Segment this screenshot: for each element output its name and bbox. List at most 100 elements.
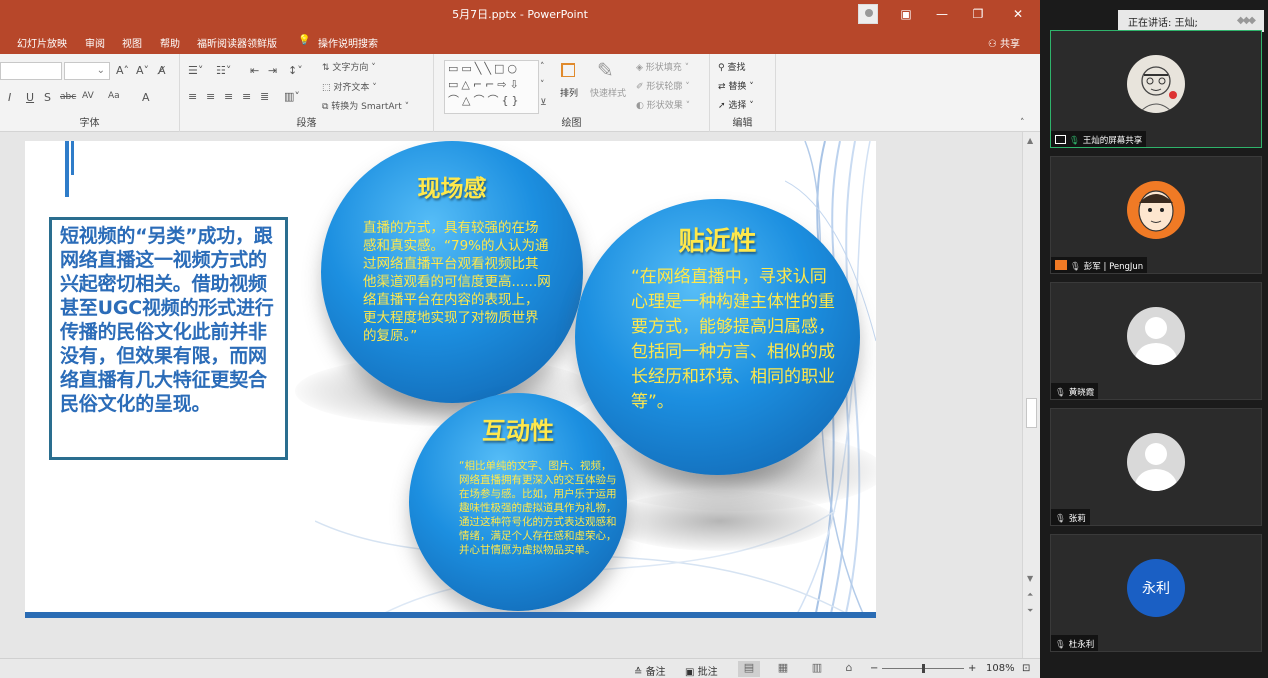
justify-icon[interactable]: ≡ bbox=[242, 90, 251, 103]
change-case-button[interactable]: Aa bbox=[108, 91, 120, 101]
pen-icon: ✐ bbox=[636, 82, 647, 92]
panel-collapse-icon[interactable]: ◆◆◆ bbox=[1237, 15, 1256, 26]
clear-formatting-icon[interactable]: A̸ bbox=[158, 64, 166, 77]
slideshow-view-icon[interactable]: ⌂ bbox=[838, 661, 860, 677]
numbering-icon[interactable]: ☷˅ bbox=[216, 64, 231, 77]
shape-outline-button[interactable]: ✐ 形状轮廓 ˅ bbox=[636, 79, 690, 92]
arrange-icon[interactable]: ⧠ bbox=[560, 58, 576, 82]
tab-help[interactable]: 帮助 bbox=[160, 35, 180, 50]
microphone-off-icon: 🎙 bbox=[1055, 388, 1066, 398]
participant-name: 张莉 bbox=[1068, 514, 1086, 524]
replace-icon: ⇄ bbox=[718, 82, 729, 92]
bullets-icon[interactable]: ☰˅ bbox=[188, 64, 203, 77]
text-direction-button[interactable]: ⇅ 文字方向 ˅ bbox=[322, 60, 376, 73]
tab-view[interactable]: 视图 bbox=[122, 35, 142, 50]
tab-slideshow[interactable]: 幻灯片放映 bbox=[17, 35, 67, 50]
intro-text-box[interactable]: 短视频的“另类”成功，跟网络直播这一视频方式的兴起密切相关。借助视频甚至UGC视… bbox=[49, 217, 288, 460]
gallery-expand-icon[interactable]: ⊻ bbox=[540, 98, 547, 108]
shrink-font-icon[interactable]: A˅ bbox=[136, 64, 149, 77]
tab-foxit[interactable]: 福昕阅读器领鲜版 bbox=[197, 35, 277, 50]
notes-button[interactable]: ≙ 备注 bbox=[634, 663, 666, 678]
scroll-down-icon[interactable]: ▼ bbox=[1027, 574, 1033, 583]
gallery-scroll-down-icon[interactable]: ˅ bbox=[540, 80, 545, 90]
microphone-icon: 🎙 bbox=[1055, 640, 1066, 650]
minimize-icon[interactable]: — bbox=[924, 0, 960, 28]
slide-sorter-icon[interactable]: ▦ bbox=[772, 661, 794, 677]
text-direction-icon: ⇅ bbox=[322, 63, 333, 73]
normal-view-icon[interactable]: ▤ bbox=[738, 661, 760, 677]
font-color-button[interactable]: A bbox=[142, 91, 150, 104]
line-spacing-icon[interactable]: ↕˅ bbox=[288, 64, 303, 77]
collapse-ribbon-icon[interactable]: ˄ bbox=[1020, 118, 1025, 128]
meeting-panel: 正在讲话: 王灿; ◆◆◆ 🎙 王灿的屏幕共享 🎙 彭军 | PengJun 🎙… bbox=[1040, 0, 1268, 678]
align-text-button[interactable]: ⬚ 对齐文本 ˅ bbox=[322, 80, 377, 93]
zoom-in-icon[interactable]: + bbox=[968, 663, 976, 674]
participant-tile[interactable]: 🎙 王灿的屏幕共享 bbox=[1050, 30, 1262, 148]
italic-button[interactable]: I bbox=[8, 91, 11, 104]
interactivity-circle[interactable]: 互动性 “相比单纯的文字、图片、视频，网络直播拥有更深入的交互体验与在场参与感。… bbox=[409, 393, 627, 611]
grow-font-icon[interactable]: A˄ bbox=[116, 64, 129, 77]
distributed-icon[interactable]: ≣ bbox=[260, 90, 269, 103]
quick-styles-icon[interactable]: ✎ bbox=[597, 58, 614, 82]
speaking-indicator: 正在讲话: 王灿; ◆◆◆ bbox=[1118, 10, 1264, 32]
tab-review[interactable]: 审阅 bbox=[85, 35, 105, 50]
replace-label: 替换 bbox=[728, 82, 747, 92]
avatar bbox=[1127, 55, 1185, 113]
underline-button[interactable]: U bbox=[26, 91, 34, 104]
font-name-combo[interactable] bbox=[0, 62, 62, 80]
shape-fill-button[interactable]: ◈ 形状填充 ˅ bbox=[636, 60, 689, 73]
avatar bbox=[1127, 181, 1185, 239]
live-presence-circle[interactable]: 现场感 直播的方式，具有较强的在场感和真实感。“79%的人认为通过网络直播平台观… bbox=[321, 141, 583, 403]
restore-icon[interactable]: ❐ bbox=[960, 0, 996, 28]
participant-tile[interactable]: 🎙 彭军 | PengJun bbox=[1050, 156, 1262, 274]
gallery-scroll-up-icon[interactable]: ˄ bbox=[540, 62, 545, 72]
strikethrough-button[interactable]: abc bbox=[60, 92, 76, 102]
editing-group-label: 编辑 bbox=[732, 118, 753, 129]
select-button[interactable]: ➚ 选择 ˅ bbox=[718, 98, 754, 111]
fit-to-window-icon[interactable]: ⊡ bbox=[1022, 663, 1030, 674]
zoom-out-icon[interactable]: − bbox=[870, 663, 878, 674]
circle-body: 直播的方式，具有较强的在场感和真实感。“79%的人认为通过网络直播平台观看视频比… bbox=[363, 220, 551, 344]
character-spacing-button[interactable]: AV bbox=[82, 91, 94, 101]
participant-tile[interactable]: 🎙 张莉 bbox=[1050, 408, 1262, 526]
arrange-button[interactable]: 排列 bbox=[560, 86, 578, 99]
replace-button[interactable]: ⇄ 替换 ˅ bbox=[718, 79, 754, 92]
share-label: 共享 bbox=[1000, 39, 1020, 50]
close-icon[interactable]: ✕ bbox=[1000, 0, 1036, 28]
decrease-indent-icon[interactable]: ⇤ bbox=[250, 64, 259, 77]
align-center-icon[interactable]: ≡ bbox=[206, 90, 215, 103]
zoom-slider-thumb[interactable] bbox=[922, 664, 925, 673]
account-avatar-icon[interactable] bbox=[858, 4, 878, 24]
scrollbar-thumb[interactable] bbox=[1026, 398, 1037, 428]
participant-tile[interactable]: 🎙 黄晓霞 bbox=[1050, 282, 1262, 400]
reading-view-icon[interactable]: ▥ bbox=[806, 661, 828, 677]
tell-me-search[interactable]: 操作说明搜索 bbox=[318, 35, 378, 50]
scroll-up-icon[interactable]: ▲ bbox=[1027, 136, 1033, 145]
zoom-level[interactable]: 108% bbox=[986, 663, 1015, 674]
align-right-icon[interactable]: ≡ bbox=[224, 90, 233, 103]
shapes-gallery[interactable]: ▭▭╲╲□○ ▭△⌐⌐⇨⇩ ⌒△⌒⌒{} bbox=[444, 60, 539, 114]
shadow-button[interactable]: S bbox=[44, 91, 51, 104]
align-left-icon[interactable]: ≡ bbox=[188, 90, 197, 103]
smartart-button[interactable]: ⧉ 转换为 SmartArt ˅ bbox=[322, 99, 409, 112]
participant-tile[interactable]: 永利 🎙 杜永利 bbox=[1050, 534, 1262, 652]
slide[interactable]: 短视频的“另类”成功，跟网络直播这一视频方式的兴起密切相关。借助视频甚至UGC视… bbox=[25, 141, 876, 618]
notes-label: 备注 bbox=[645, 667, 666, 678]
comments-button[interactable]: ▣ 批注 bbox=[685, 663, 718, 678]
chevron-down-icon: ⌄ bbox=[96, 65, 105, 76]
next-slide-icon[interactable]: ⏷ bbox=[1027, 606, 1033, 616]
quick-styles-button[interactable]: 快速样式 bbox=[590, 86, 626, 99]
smartart-label: 转换为 SmartArt bbox=[331, 102, 402, 112]
ribbon-display-options-icon[interactable]: ▣ bbox=[888, 0, 924, 28]
font-size-combo[interactable]: ⌄ bbox=[64, 62, 110, 80]
find-button[interactable]: ⚲ 查找 bbox=[718, 60, 745, 73]
increase-indent-icon[interactable]: ⇥ bbox=[268, 64, 277, 77]
columns-icon[interactable]: ▥˅ bbox=[284, 90, 300, 103]
lightbulb-icon[interactable]: 💡 bbox=[298, 35, 310, 46]
cartoon-portrait-icon bbox=[1138, 190, 1174, 232]
vertical-scrollbar[interactable]: ▲ ▼ ⏶ ⏷ bbox=[1022, 132, 1040, 658]
paragraph-group: ☰˅ ☷˅ ⇤ ⇥ ↕˅ ≡ ≡ ≡ ≡ ≣ ▥˅ ⇅ 文字方向 ˅ ⬚ 对齐文… bbox=[180, 54, 434, 132]
previous-slide-icon[interactable]: ⏶ bbox=[1027, 590, 1033, 600]
share-button[interactable]: ⚇ 共享 bbox=[988, 35, 1020, 50]
shape-effects-button[interactable]: ◐ 形状效果 ˅ bbox=[636, 98, 690, 111]
